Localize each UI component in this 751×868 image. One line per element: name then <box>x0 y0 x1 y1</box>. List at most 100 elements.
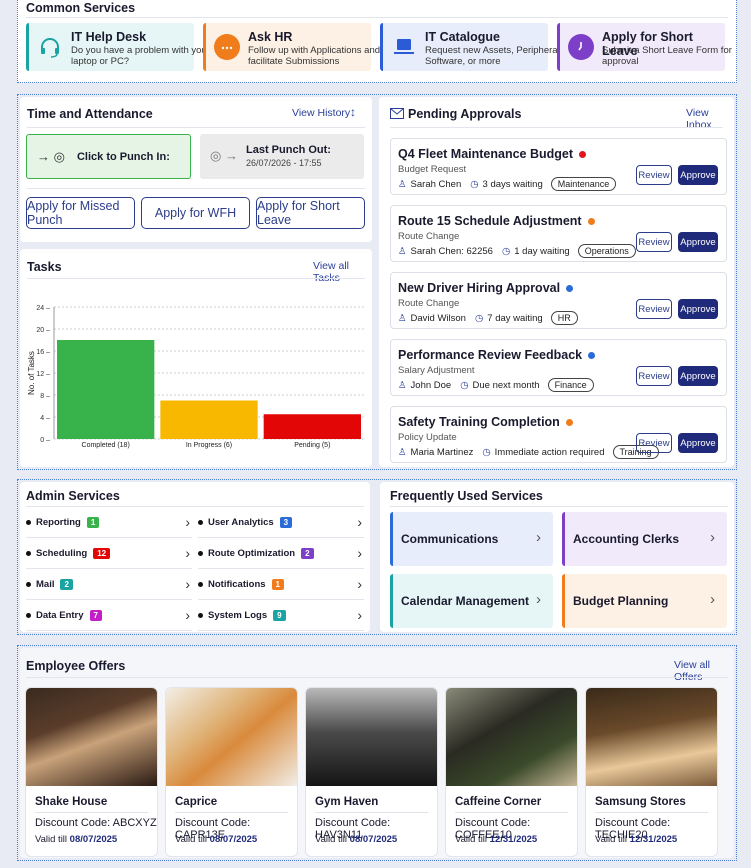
punch-in-button[interactable]: → ◎ Click to Punch In: <box>26 134 191 179</box>
short-leave-desc: Submit a Short Leave Form for approval <box>602 45 732 67</box>
bullet-icon <box>26 519 31 525</box>
count-badge: 7 <box>89 609 102 621</box>
admin-service-label: Data Entry <box>36 609 84 621</box>
person-icon: ♙ <box>398 312 407 324</box>
it-help-desk-card[interactable]: IT Help Desk Do you have a problem with … <box>26 23 210 71</box>
communications-label: Communications <box>401 532 499 546</box>
offer-card[interactable]: Shake House Discount Code: ABCXYZ Valid ti… <box>26 688 157 856</box>
approval-title: Q4 Fleet Maintenance Budget <box>398 147 587 161</box>
approval-meta: ♙ Sarah Chen: 62256 ◷ 1 day waiting Operatio… <box>398 244 636 258</box>
count-badge: 9 <box>273 609 286 621</box>
bar[interactable] <box>160 400 258 440</box>
review-button[interactable]: Review <box>636 165 672 185</box>
admin-service-item[interactable]: Data Entry 7 › <box>26 600 192 631</box>
view-history-link[interactable]: View History <box>292 107 350 119</box>
approve-button[interactable]: Approve <box>678 165 718 185</box>
it-catalogue-desc: Request new Assets, Peripherals, Softwar… <box>425 45 568 67</box>
clock-icon: ◷ <box>501 245 511 257</box>
y-tick-label: 16 – <box>36 349 50 356</box>
short-leave-button[interactable]: Apply for Short Leave <box>256 197 365 229</box>
chevron-right-icon: › <box>185 576 190 592</box>
chevron-right-icon: › <box>185 514 190 530</box>
it-catalogue-card[interactable]: IT Catalogue Request new Assets, Periphe… <box>380 23 567 71</box>
approval-meta: ♙ David Wilson ◷ 7 day waiting HR <box>398 311 578 325</box>
admin-services-card: Admin Services Reporting 1 › Scheduling 12 › M… <box>20 482 370 632</box>
attendance-card: Time and Attendance View History ↕ → ◎ C… <box>20 97 372 242</box>
admin-service-item[interactable]: Mail 2 › <box>26 569 192 600</box>
frequent-services-card: Frequently Used Services Communications ›… <box>380 482 734 632</box>
approve-button[interactable]: Approve <box>678 366 718 386</box>
admin-service-label: Reporting <box>36 516 81 528</box>
admin-service-item[interactable]: Notifications 1 › <box>198 569 364 600</box>
approval-subtitle: Policy Update <box>398 432 457 443</box>
admin-service-label: Scheduling <box>36 547 88 559</box>
y-tick-label: 24 – <box>36 305 50 312</box>
clock-icon <box>568 34 594 60</box>
ask-hr-desc: Follow up with Applications and facilita… <box>248 45 381 67</box>
approval-subtitle: Route Change <box>398 231 460 242</box>
approval-tag: HR <box>550 311 578 325</box>
approval-person: Maria Martinez <box>410 446 474 458</box>
count-badge: 3 <box>279 516 293 528</box>
offer-image <box>446 688 577 786</box>
budget-planning-tile[interactable]: Budget Planning › <box>562 574 727 628</box>
approve-button[interactable]: Approve <box>678 433 718 453</box>
communications-tile[interactable]: Communications › <box>390 512 553 566</box>
review-button[interactable]: Review <box>636 232 672 252</box>
headset-icon <box>37 34 63 60</box>
offer-card[interactable]: Gym Haven Discount Code: HAV3N11 Valid til… <box>306 688 437 856</box>
offer-card[interactable]: Samsung Stores Discount Code: TECHIE20 Val… <box>586 688 717 856</box>
review-button[interactable]: Review <box>636 299 672 319</box>
attendance-title: Time and Attendance <box>27 107 153 121</box>
priority-dot <box>588 351 596 359</box>
bar[interactable] <box>263 414 361 439</box>
y-tick-label: 4 – <box>40 415 50 422</box>
approval-item: Performance Review Feedback Salary Adjust… <box>390 339 727 396</box>
admin-service-label: Notifications <box>208 578 266 590</box>
admin-service-item[interactable]: System Logs 9 › <box>198 600 364 631</box>
sort-icon[interactable]: ↕ <box>350 105 356 119</box>
review-button[interactable]: Review <box>636 433 672 453</box>
approve-button[interactable]: Approve <box>678 299 718 319</box>
approval-wait: 7 day waiting <box>487 312 543 324</box>
approval-person: David Wilson <box>410 312 466 324</box>
offer-card[interactable]: Caprice Discount Code: CAPR13E Valid till … <box>166 688 297 856</box>
x-tick-label: Completed (18) <box>82 442 130 449</box>
bullet-icon <box>26 581 31 587</box>
approval-title: Performance Review Feedback <box>398 348 596 362</box>
person-icon: ♙ <box>398 245 407 257</box>
wfh-button[interactable]: Apply for WFH <box>141 197 250 229</box>
x-tick-label: Pending (5) <box>294 442 330 449</box>
approval-subtitle: Route Change <box>398 298 460 309</box>
admin-service-item[interactable]: Route Optimization 2 › <box>198 538 364 569</box>
admin-service-item[interactable]: User Analytics 3 › <box>198 507 364 538</box>
priority-dot <box>579 150 587 158</box>
chevron-right-icon: › <box>185 545 190 561</box>
approve-button[interactable]: Approve <box>678 232 718 252</box>
chevron-right-icon: › <box>536 529 541 546</box>
approval-tag: Finance <box>547 378 594 392</box>
accounting-clerks-tile[interactable]: Accounting Clerks › <box>562 512 727 566</box>
view-all-offers-link[interactable]: View all Offers <box>674 659 734 683</box>
short-leave-card[interactable]: Apply for Short Leave Submit a Short Lea… <box>557 23 732 71</box>
ask-hr-card[interactable]: Ask HR Follow up with Applications and f… <box>203 23 380 71</box>
chevron-right-icon: › <box>357 607 362 623</box>
admin-service-item[interactable]: Reporting 1 › <box>26 507 192 538</box>
chevron-right-icon: › <box>357 514 362 530</box>
it-help-desk-title: IT Help Desk <box>71 30 147 44</box>
calendar-management-tile[interactable]: Calendar Management › <box>390 574 553 628</box>
offer-card[interactable]: Caffeine Corner Discount Code: COFFEE10 Va… <box>446 688 577 856</box>
budget-planning-label: Budget Planning <box>573 594 669 608</box>
approval-meta: ♙ John Doe ◷ Due next month Finance <box>398 378 594 392</box>
offer-image <box>26 688 157 786</box>
fingerprint-icon: → ◎ <box>37 148 65 164</box>
ask-hr-title: Ask HR <box>248 30 293 44</box>
review-button[interactable]: Review <box>636 366 672 386</box>
admin-service-item[interactable]: Scheduling 12 › <box>26 538 192 569</box>
approval-title: Safety Training Completion <box>398 415 573 429</box>
count-badge: 12 <box>93 547 111 559</box>
missed-punch-button[interactable]: Apply for Missed Punch <box>26 197 135 229</box>
bar[interactable] <box>57 340 155 439</box>
offers-title: Employee Offers <box>26 659 126 673</box>
clock-icon: ◷ <box>470 178 479 190</box>
